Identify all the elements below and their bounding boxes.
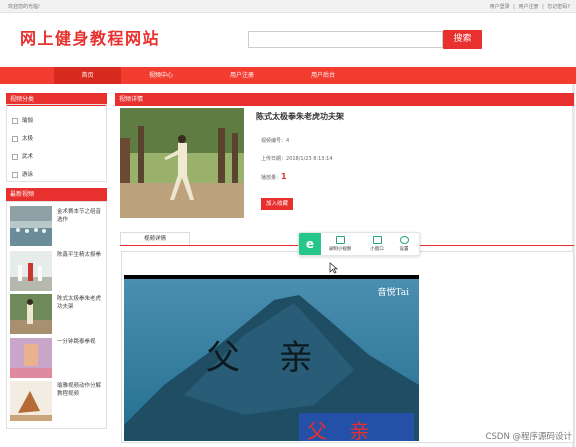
- mini-window-button[interactable]: 小窗口: [362, 236, 392, 252]
- category-label: 武术: [22, 154, 34, 160]
- categories-list: 瑜伽 太极 武术 游泳: [6, 104, 107, 182]
- latest-videos-heading: 最新视频: [6, 188, 107, 201]
- mouse-cursor-icon: [329, 262, 338, 274]
- top-bar: 欢迎您的光临! 用户登录 | 用户注册 | 忘记密码?: [0, 0, 576, 13]
- video-detail-heading: 视频详情: [115, 93, 574, 106]
- video-watermark-text: 音悦Tai: [377, 288, 409, 298]
- category-bullet-icon: [12, 117, 18, 124]
- forgot-password-link[interactable]: 忘记密码?: [547, 4, 570, 10]
- settings-button[interactable]: 设置: [392, 236, 416, 252]
- category-label: 游泳: [22, 172, 34, 178]
- latest-video-title[interactable]: 瑜雅视频动作分解教程视频: [57, 382, 105, 398]
- login-link[interactable]: 用户登录: [490, 4, 510, 10]
- nav-item-video-center[interactable]: 视频中心: [124, 67, 198, 84]
- top-links: 用户登录 | 用户注册 | 忘记密码?: [488, 3, 570, 10]
- settings-label: 设置: [399, 247, 409, 252]
- site-logo[interactable]: 网上健身教程网站: [20, 25, 160, 49]
- category-item[interactable]: 太极: [12, 134, 33, 142]
- floating-brand-icon[interactable]: e: [299, 233, 321, 255]
- video-id-value: 4: [286, 138, 290, 144]
- latest-video-thumbnail[interactable]: [10, 294, 52, 334]
- record-video-label: 录制小视频: [328, 247, 352, 252]
- search-input[interactable]: [248, 31, 443, 48]
- tab-video-detail[interactable]: 视频详情: [120, 232, 190, 245]
- category-item[interactable]: 瑜伽: [12, 116, 33, 124]
- main-nav: 首页 视频中心 用户注册 用户后台: [0, 67, 576, 84]
- category-item[interactable]: 游泳: [12, 170, 33, 178]
- video-id-label: 视频编号：: [261, 138, 287, 144]
- upload-date-label: 上传日期：: [261, 156, 287, 162]
- latest-video-thumbnail[interactable]: [10, 251, 52, 291]
- latest-video-title[interactable]: 金术赛本节之组音选作: [57, 208, 105, 224]
- category-item[interactable]: 武术: [12, 152, 33, 160]
- video-bottom-caption: 父 亲: [307, 419, 378, 441]
- nav-item-home[interactable]: 首页: [54, 67, 121, 84]
- register-link[interactable]: 用户注册: [518, 4, 538, 10]
- gear-icon: [399, 236, 409, 244]
- add-favorite-button[interactable]: 加入收藏: [261, 198, 293, 210]
- mini-window-icon: [372, 236, 382, 244]
- upload-date-value: 2018/1/23 8:13:14: [286, 156, 333, 162]
- play-count-row: 播放量：1: [261, 172, 287, 181]
- category-bullet-icon: [12, 135, 18, 142]
- play-count-label: 播放量：: [261, 175, 282, 181]
- category-bullet-icon: [12, 171, 18, 178]
- play-count-value: 1: [281, 172, 287, 181]
- csdn-watermark: CSDN @程序源码设计: [485, 432, 572, 442]
- latest-video-title[interactable]: 陈式太极拳朱老虎功夫架: [57, 295, 105, 311]
- category-bullet-icon: [12, 153, 18, 160]
- nav-item-user-backend[interactable]: 用户后台: [286, 67, 360, 84]
- record-video-button[interactable]: 录制小视频: [325, 236, 355, 252]
- floating-toolbar: e 录制小视频 小窗口 设置: [298, 232, 420, 256]
- category-label: 太极: [22, 136, 34, 142]
- latest-video-thumbnail[interactable]: [10, 338, 52, 378]
- separator: |: [513, 4, 515, 10]
- latest-video-title[interactable]: 陈鑫平生精太极拳: [57, 251, 105, 259]
- video-player[interactable]: 音悦Tai 父 亲 父 亲: [124, 275, 419, 441]
- mini-window-label: 小窗口: [370, 247, 384, 252]
- latest-video-thumbnail[interactable]: [10, 206, 52, 246]
- video-cover-image: [120, 108, 244, 218]
- category-label: 瑜伽: [22, 118, 34, 124]
- latest-video-title[interactable]: 一分钟跳泰拳视: [57, 338, 105, 346]
- video-title: 陈式太极拳朱老虎功夫架: [256, 112, 344, 121]
- upload-date-row: 上传日期：2018/1/23 8:13:14: [261, 155, 333, 162]
- search-button[interactable]: 搜索: [443, 30, 482, 49]
- nav-item-register[interactable]: 用户注册: [205, 67, 279, 84]
- separator: |: [542, 4, 544, 10]
- latest-video-thumbnail[interactable]: [10, 381, 52, 421]
- camera-icon: [335, 236, 345, 244]
- welcome-text: 欢迎您的光临!: [8, 4, 41, 10]
- video-center-caption: 父 亲: [206, 338, 327, 378]
- video-id-row: 视频编号：4: [261, 137, 289, 144]
